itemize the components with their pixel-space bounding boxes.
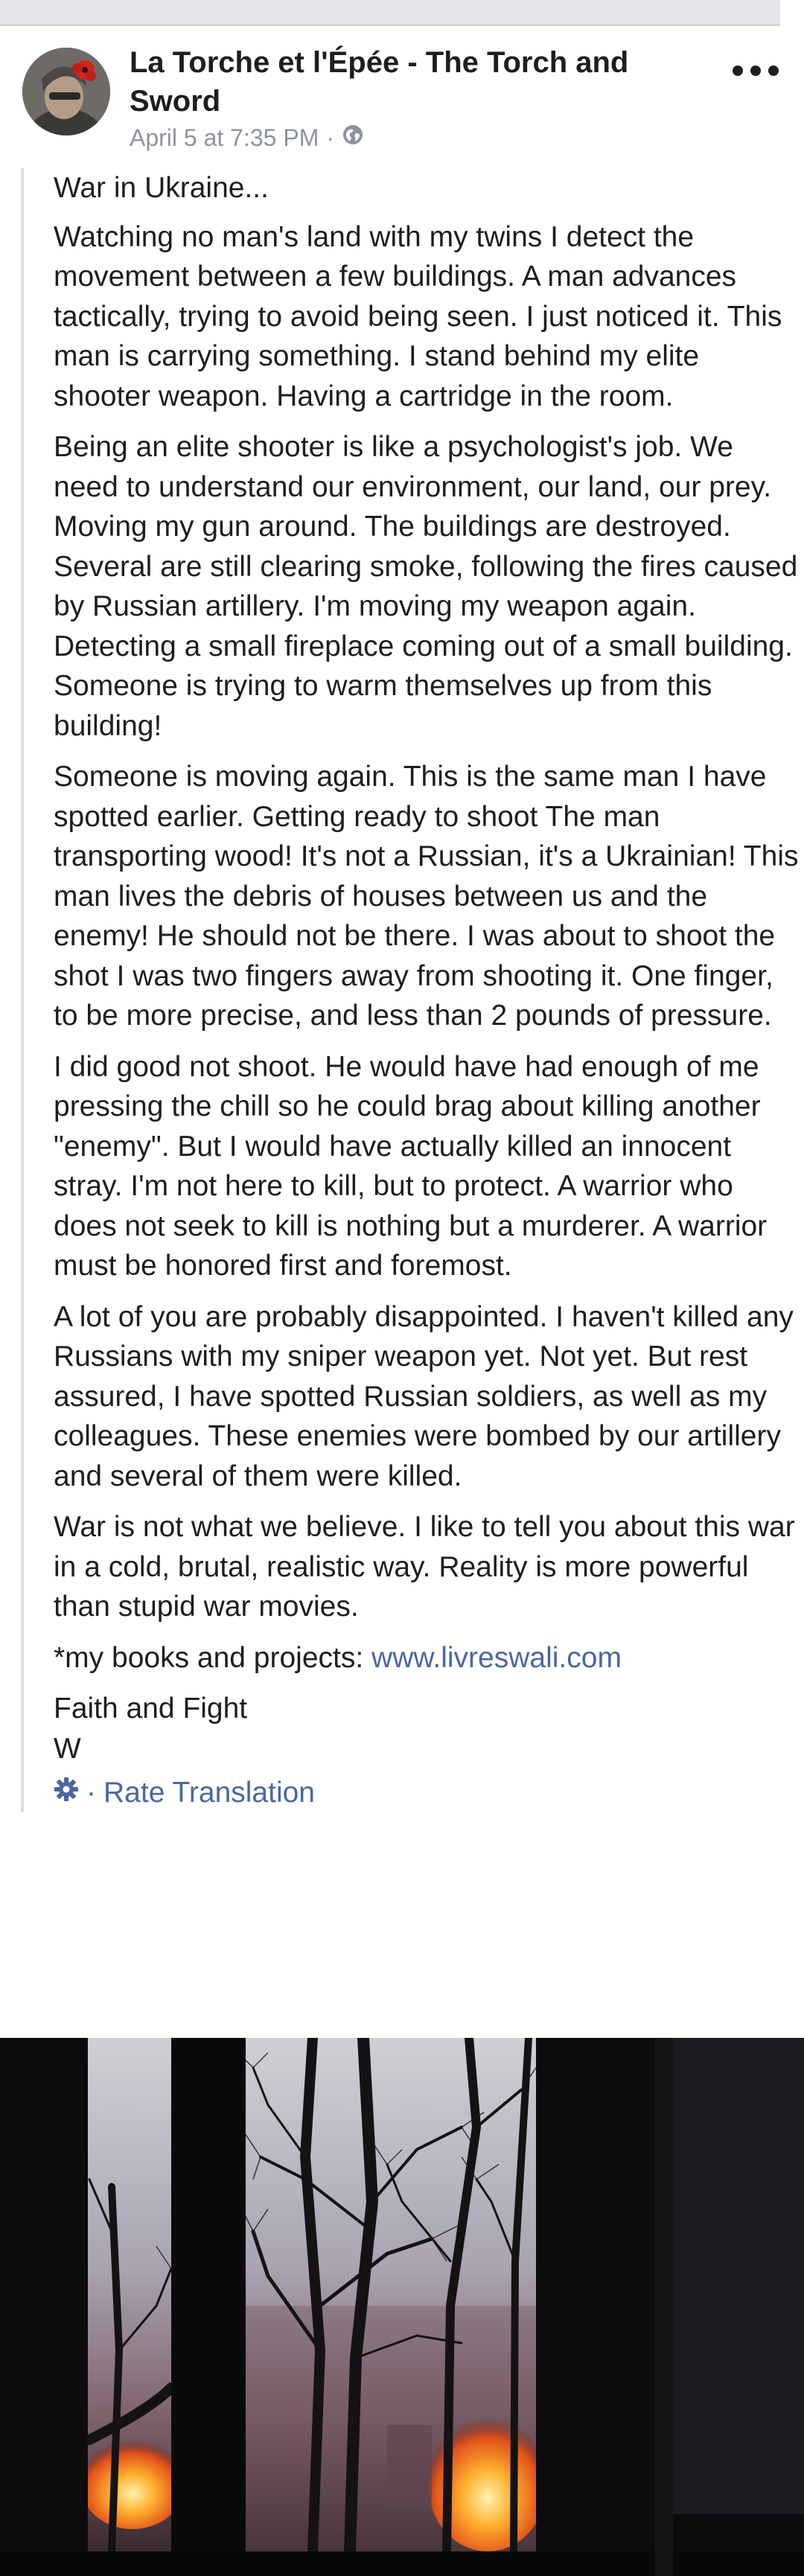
dot bbox=[750, 65, 761, 76]
post-paragraph: War is not what we believe. I like to te… bbox=[54, 1511, 795, 1623]
signoff-signature: W bbox=[54, 1732, 81, 1765]
books-line: *my books and projects: www.livreswali.c… bbox=[54, 1638, 800, 1678]
post-text: War in Ukraine... Watching no man's land… bbox=[21, 168, 800, 1812]
author-name[interactable]: La Torche et l'Épée - The Torch and Swor… bbox=[130, 43, 651, 121]
post-paragraph: Being an elite shooter is like a psychol… bbox=[54, 431, 798, 742]
post-meta: April 5 at 7:35 PM · bbox=[130, 124, 364, 152]
gear-icon[interactable] bbox=[54, 1773, 79, 1812]
rate-translation-row[interactable]: · Rate Translation bbox=[54, 1773, 800, 1812]
rate-separator: · bbox=[86, 1777, 96, 1809]
dot bbox=[733, 65, 743, 76]
globe-icon[interactable] bbox=[342, 124, 364, 152]
rate-translation-link[interactable]: Rate Translation bbox=[103, 1773, 315, 1812]
post-paragraph: A lot of you are probably disappointed. … bbox=[54, 1300, 794, 1492]
more-dots-icon[interactable] bbox=[733, 60, 779, 82]
post-timestamp[interactable]: April 5 at 7:35 PM bbox=[130, 124, 319, 152]
post-paragraph: Watching no man's land with my twins I d… bbox=[54, 220, 782, 412]
author-avatar[interactable] bbox=[22, 48, 110, 135]
post-paragraph: Someone is moving again. This is the sam… bbox=[54, 761, 799, 1032]
post-photo[interactable] bbox=[0, 2038, 804, 2576]
avatar-image bbox=[22, 48, 110, 135]
dot bbox=[768, 65, 779, 76]
books-prefix: *my books and projects: bbox=[54, 1641, 372, 1674]
books-link[interactable]: www.livreswali.com bbox=[371, 1642, 622, 1674]
post-paragraph: I did good not shoot. He would have had … bbox=[54, 1050, 768, 1282]
post-paragraph: War in Ukraine... bbox=[54, 172, 269, 204]
meta-separator: · bbox=[326, 124, 334, 151]
signoff-line: Faith and Fight bbox=[54, 1693, 248, 1725]
feed-top-strip bbox=[0, 0, 780, 26]
photo-fire-through-window bbox=[0, 2038, 804, 2576]
